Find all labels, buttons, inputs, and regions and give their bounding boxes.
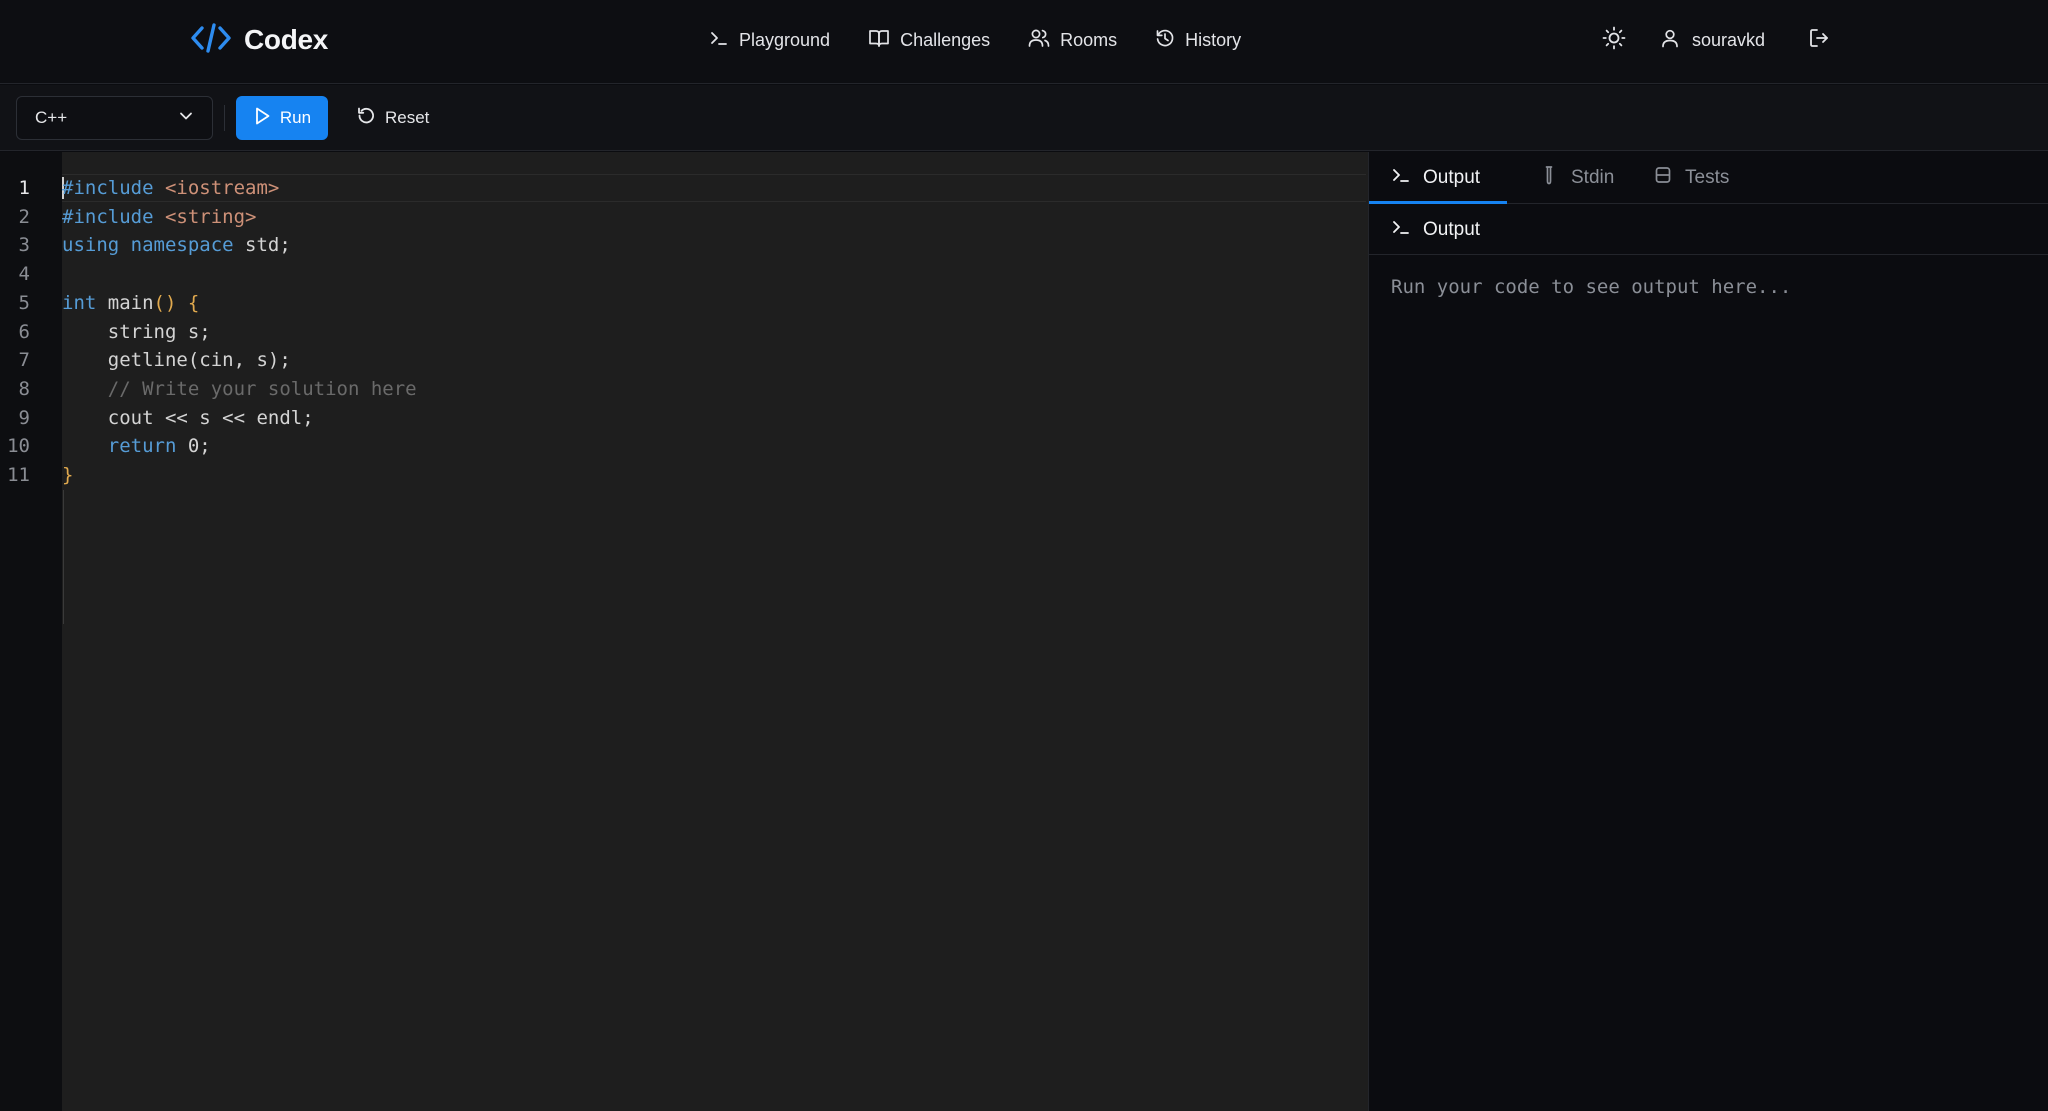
terminal-icon xyxy=(1391,217,1411,243)
code-line[interactable]: return 0; xyxy=(62,432,211,461)
toolbar-divider xyxy=(224,105,225,131)
line-number: 9 xyxy=(18,406,30,429)
panel-tabs: Output Stdin Tests xyxy=(1369,152,2048,204)
code-token: string s; xyxy=(62,320,211,343)
theme-toggle-button[interactable] xyxy=(1596,22,1632,58)
tab-output[interactable]: Output xyxy=(1391,152,1480,204)
code-token: #include xyxy=(62,205,165,228)
code-area[interactable]: #include <iostream> #include <string> usin… xyxy=(62,152,1368,1111)
line-number: 5 xyxy=(18,291,30,314)
line-number: 2 xyxy=(18,205,30,228)
brand-logo[interactable]: Codex xyxy=(190,18,328,62)
line-number: 11 xyxy=(7,464,30,486)
tests-icon xyxy=(1653,165,1673,191)
code-line[interactable]: int main() { xyxy=(62,289,199,318)
users-icon xyxy=(1028,28,1050,53)
book-icon xyxy=(868,28,890,53)
code-token: () { xyxy=(153,291,200,314)
play-icon xyxy=(253,106,271,131)
run-button-label: Run xyxy=(279,108,312,127)
tab-tests[interactable]: Tests xyxy=(1653,152,1729,204)
nav-challenges-label: Challenges xyxy=(900,29,991,50)
code-token: std; xyxy=(233,234,291,257)
line-number: 3 xyxy=(18,234,30,257)
output-placeholder: Run your code to see output here... xyxy=(1391,276,1792,298)
history-icon xyxy=(1155,28,1175,53)
code-token: } xyxy=(62,464,74,486)
tab-output-label: Output xyxy=(1423,167,1481,188)
code-token: getline(cin, s); xyxy=(62,349,291,372)
active-tab-indicator xyxy=(1369,201,1507,204)
code-token: <iostream> xyxy=(164,177,280,199)
nav-history-label: History xyxy=(1185,29,1242,50)
run-button[interactable]: Run xyxy=(236,96,328,140)
code-line[interactable]: using namespace std; xyxy=(62,231,291,260)
nav-rooms[interactable]: Rooms xyxy=(1009,22,1136,58)
terminal-icon xyxy=(1391,165,1411,191)
brand-name: Codex xyxy=(244,24,329,55)
code-line[interactable]: getline(cin, s); xyxy=(62,346,291,375)
nav-history[interactable]: History xyxy=(1136,22,1260,58)
code-line[interactable]: // Write your solution here xyxy=(62,375,417,404)
reset-icon xyxy=(356,106,376,131)
nav-playground[interactable]: Playground xyxy=(690,22,849,58)
line-number: 8 xyxy=(18,377,30,400)
code-token: using namespace xyxy=(62,234,234,257)
code-token: cout << s << endl; xyxy=(62,406,314,429)
code-line[interactable]: #include <iostream> xyxy=(62,174,279,203)
code-line[interactable]: } xyxy=(62,461,73,490)
code-token: // Write your solution here xyxy=(62,377,417,400)
line-number: 4 xyxy=(18,263,30,286)
logout-icon xyxy=(1808,27,1830,54)
tab-stdin[interactable]: Stdin xyxy=(1539,152,1614,204)
top-header: Codex Playground Challenges Rooms Histor… xyxy=(0,0,2048,84)
terminal-icon xyxy=(709,28,729,53)
code-token: <string> xyxy=(164,205,257,228)
header-actions: souravkd xyxy=(1596,22,1837,58)
line-number-gutter: 1 2 3 4 5 6 7 8 9 10 11 xyxy=(0,152,62,1111)
nav-rooms-label: Rooms xyxy=(1060,29,1118,50)
code-token: int xyxy=(62,291,97,314)
nav-playground-label: Playground xyxy=(739,29,831,50)
output-title: Output xyxy=(1423,218,1481,240)
editor-toolbar: C++ Run Reset xyxy=(0,85,2048,151)
tab-tests-label: Tests xyxy=(1685,167,1730,188)
reset-button[interactable]: Reset xyxy=(344,96,441,140)
reset-button-label: Reset xyxy=(385,108,430,127)
user-menu[interactable]: souravkd xyxy=(1660,28,1765,53)
code-token: main xyxy=(96,291,154,314)
code-brackets-icon xyxy=(190,21,232,60)
nav-challenges[interactable]: Challenges xyxy=(849,22,1009,58)
chevron-down-icon xyxy=(178,108,194,129)
line-number: 10 xyxy=(7,435,30,458)
username: souravkd xyxy=(1692,29,1766,50)
code-line[interactable]: cout << s << endl; xyxy=(62,404,314,433)
sun-icon xyxy=(1601,25,1627,56)
line-number: 6 xyxy=(18,320,30,343)
line-number: 1 xyxy=(18,177,30,199)
language-select-value: C++ xyxy=(35,108,68,127)
output-panel: Output Stdin Tests Output Run your code … xyxy=(1368,152,2048,1111)
indent-guide xyxy=(63,490,64,624)
code-token: return xyxy=(107,435,177,458)
user-icon xyxy=(1660,28,1680,53)
logout-button[interactable] xyxy=(1801,22,1837,58)
code-line[interactable]: string s; xyxy=(62,318,211,347)
language-select[interactable]: C++ xyxy=(16,96,213,140)
line-number: 7 xyxy=(18,349,30,372)
output-header: Output xyxy=(1369,205,2048,255)
code-token: #include xyxy=(62,177,165,199)
code-editor[interactable]: 1 2 3 4 5 6 7 8 9 10 11 #include <iostream> #includ… xyxy=(0,152,1368,1111)
main-nav: Playground Challenges Rooms History xyxy=(690,22,1260,58)
code-token: 0; xyxy=(176,435,211,458)
test-tube-icon xyxy=(1539,165,1559,191)
code-line[interactable]: #include <string> xyxy=(62,203,256,232)
tab-stdin-label: Stdin xyxy=(1571,167,1615,188)
